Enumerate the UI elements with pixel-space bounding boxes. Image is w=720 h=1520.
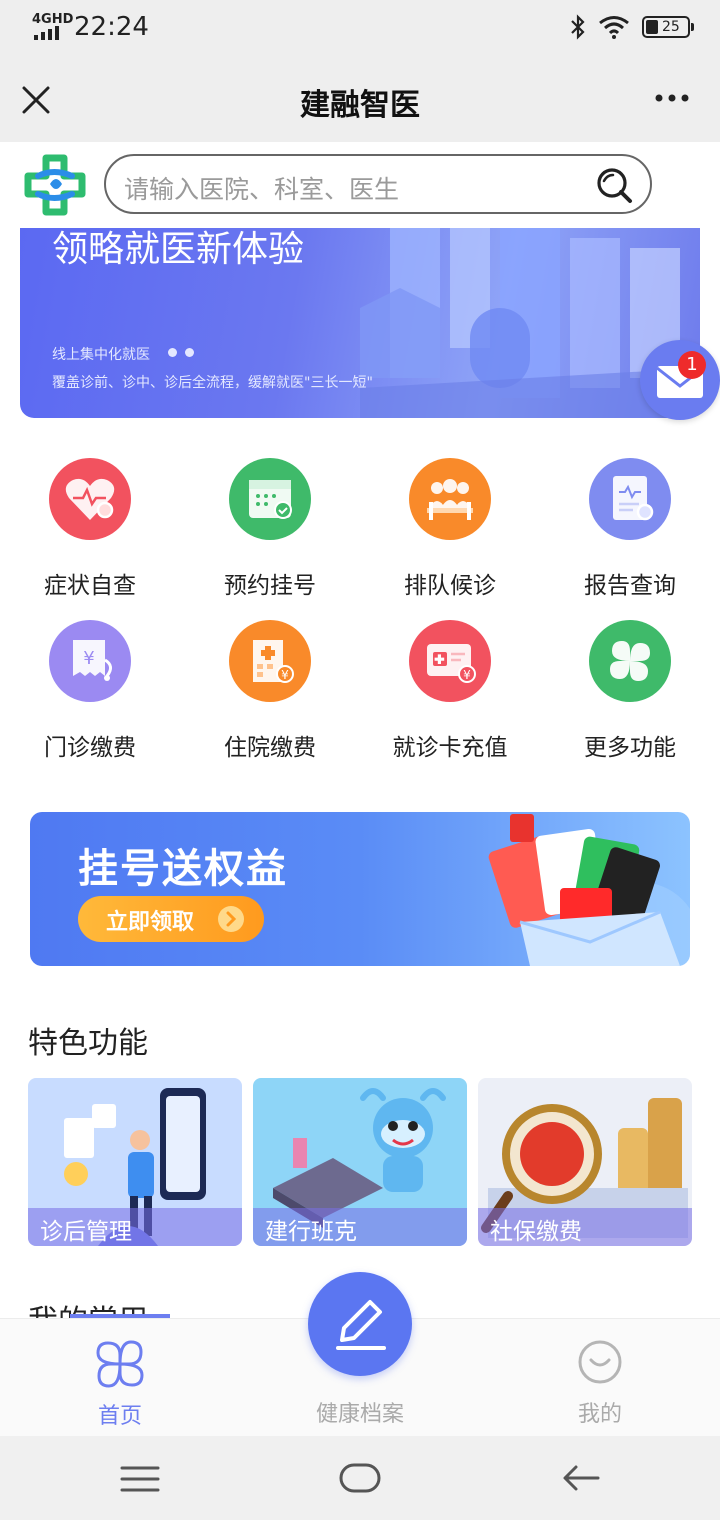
search-input[interactable]: 请输入医院、科室、医生 [104, 154, 652, 214]
feature-label: 门诊缴费 [44, 735, 136, 761]
promo-banner[interactable]: 挂号送权益 立即领取 [30, 812, 690, 966]
hero-banner[interactable]: 领略就医新体验 线上集中化就医 覆盖诊前、诊中、诊后全流程，缓解就医"三长一短" [20, 228, 700, 418]
svg-text:¥: ¥ [463, 668, 471, 682]
app-logo-icon [24, 154, 86, 216]
card-label: 社保缴费 [490, 1219, 582, 1245]
banner-subtitle: 线上集中化就医 [52, 347, 150, 363]
outpatient-payment-icon: ¥ [49, 620, 131, 702]
feature-label: 就诊卡充值 [392, 735, 508, 761]
nav-bar: 建融智医 [0, 58, 720, 142]
wifi-icon [599, 16, 629, 39]
tab-home[interactable]: 首页 [50, 1338, 190, 1430]
calendar-check-icon [229, 458, 311, 540]
tab-mine[interactable]: 我的 [530, 1338, 670, 1428]
feature-symptom-check[interactable]: 症状自查 [0, 458, 180, 600]
banner-description: 覆盖诊前、诊中、诊后全流程，缓解就医"三长一短" [52, 375, 373, 391]
feature-label: 住院缴费 [224, 735, 316, 761]
banner-pagination [168, 348, 194, 357]
tab-label: 健康档案 [315, 1402, 404, 1427]
more-icon[interactable] [654, 88, 690, 108]
medical-card-recharge-icon: ¥ [409, 620, 491, 702]
mail-icon [656, 366, 704, 398]
search-icon[interactable] [594, 165, 634, 205]
tab-label: 首页 [97, 1404, 142, 1429]
special-section-title: 特色功能 [28, 1026, 148, 1061]
queue-icon [409, 458, 491, 540]
clover-icon [589, 620, 671, 702]
feature-queue[interactable]: 排队候诊 [360, 458, 540, 600]
back-icon[interactable] [560, 1462, 602, 1494]
promo-title: 挂号送权益 [78, 846, 288, 892]
status-bar: 4GHD 22:24 25 [0, 0, 720, 58]
unread-badge: 1 [678, 351, 706, 379]
report-search-icon [589, 458, 671, 540]
feature-label: 排队候诊 [404, 573, 496, 599]
home-grid-icon [96, 1340, 144, 1388]
smile-icon [578, 1340, 622, 1384]
card-label: 建行班克 [265, 1219, 357, 1245]
feature-outpatient-payment[interactable]: ¥ 门诊缴费 [0, 620, 180, 762]
status-time: 22:24 [74, 12, 149, 42]
feature-card-recharge[interactable]: ¥ 就诊卡充值 [360, 620, 540, 762]
search-row: 请输入医院、科室、医生 [0, 142, 720, 230]
feature-inpatient-payment[interactable]: ¥ 住院缴费 [180, 620, 360, 762]
card-social-insurance[interactable]: 社保缴费 [478, 1078, 692, 1246]
home-button-icon[interactable] [338, 1462, 382, 1494]
tab-health-record[interactable]: 健康档案 [290, 1396, 430, 1428]
feature-label: 预约挂号 [224, 573, 316, 599]
feature-more[interactable]: 更多功能 [540, 620, 720, 762]
chevron-right-icon [218, 906, 244, 932]
feature-label: 报告查询 [584, 573, 676, 599]
feature-report[interactable]: 报告查询 [540, 458, 720, 600]
system-navigation-bar [0, 1436, 720, 1520]
card-ccb-bank[interactable]: 建行班克 [253, 1078, 467, 1246]
feature-appointment[interactable]: 预约挂号 [180, 458, 360, 600]
health-record-button[interactable] [308, 1272, 412, 1376]
network-type: 4GHD [32, 12, 74, 27]
active-tab-indicator [70, 1314, 170, 1318]
bluetooth-icon [571, 14, 585, 40]
heart-search-icon [49, 458, 131, 540]
card-post-diagnosis[interactable]: 诊后管理 [28, 1078, 242, 1246]
gift-cards-illustration [488, 814, 690, 966]
battery-indicator: 25 [642, 16, 694, 38]
card-label: 诊后管理 [40, 1219, 132, 1245]
claim-button-label: 立即领取 [106, 910, 195, 935]
message-button[interactable] [640, 340, 720, 420]
banner-title: 领略就医新体验 [52, 229, 305, 270]
feature-label: 症状自查 [44, 573, 136, 599]
menu-icon[interactable] [118, 1464, 162, 1494]
svg-text:¥: ¥ [83, 648, 94, 669]
signal-icon [34, 26, 59, 40]
page-title: 建融智医 [300, 88, 420, 123]
tab-label: 我的 [577, 1402, 622, 1427]
hospital-payment-icon: ¥ [229, 620, 311, 702]
edit-icon [336, 1300, 386, 1350]
search-placeholder: 请输入医院、科室、医生 [124, 175, 400, 204]
svg-text:¥: ¥ [281, 668, 289, 682]
claim-button[interactable]: 立即领取 [78, 896, 264, 942]
feature-label: 更多功能 [584, 735, 676, 761]
